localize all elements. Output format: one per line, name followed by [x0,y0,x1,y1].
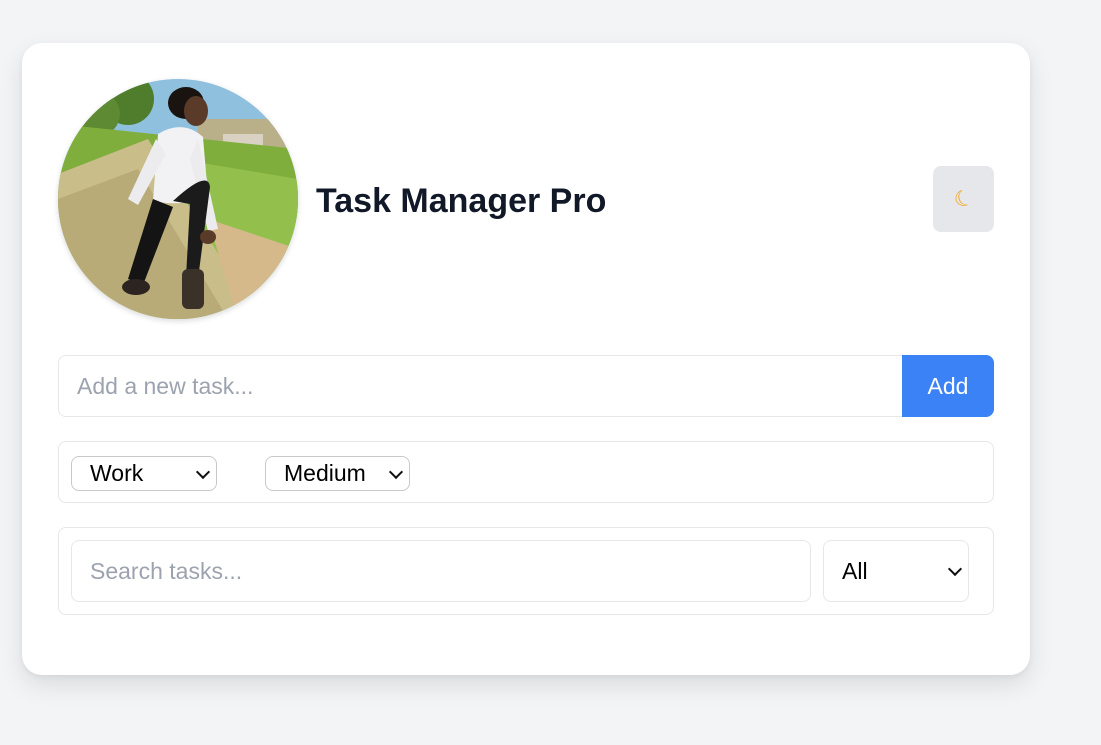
search-input[interactable] [71,540,811,602]
priority-select-value: Medium [284,460,366,486]
status-filter-select[interactable]: All [823,540,969,602]
add-task-row: Add [58,355,994,417]
header: Task Manager Pro ☾ [58,79,994,319]
task-options: Work Medium [58,441,994,503]
search-filter-bar: All [58,527,994,615]
category-select[interactable]: Work [71,456,217,491]
category-select-value: Work [90,460,144,486]
moon-icon: ☾ [949,183,977,214]
page-title: Task Manager Pro [316,182,607,220]
status-filter-value: All [842,558,868,584]
add-task-button[interactable]: Add [902,355,994,417]
profile-photo-image [58,79,298,319]
new-task-input[interactable] [58,355,902,417]
chevron-down-icon [195,464,211,479]
chevron-down-icon [947,561,963,577]
task-manager-card: Task Manager Pro ☾ Add Work Medium All [22,43,1030,675]
theme-toggle-button[interactable]: ☾ [933,166,994,232]
priority-select[interactable]: Medium [265,456,410,491]
avatar [58,79,298,319]
chevron-down-icon [388,464,404,479]
